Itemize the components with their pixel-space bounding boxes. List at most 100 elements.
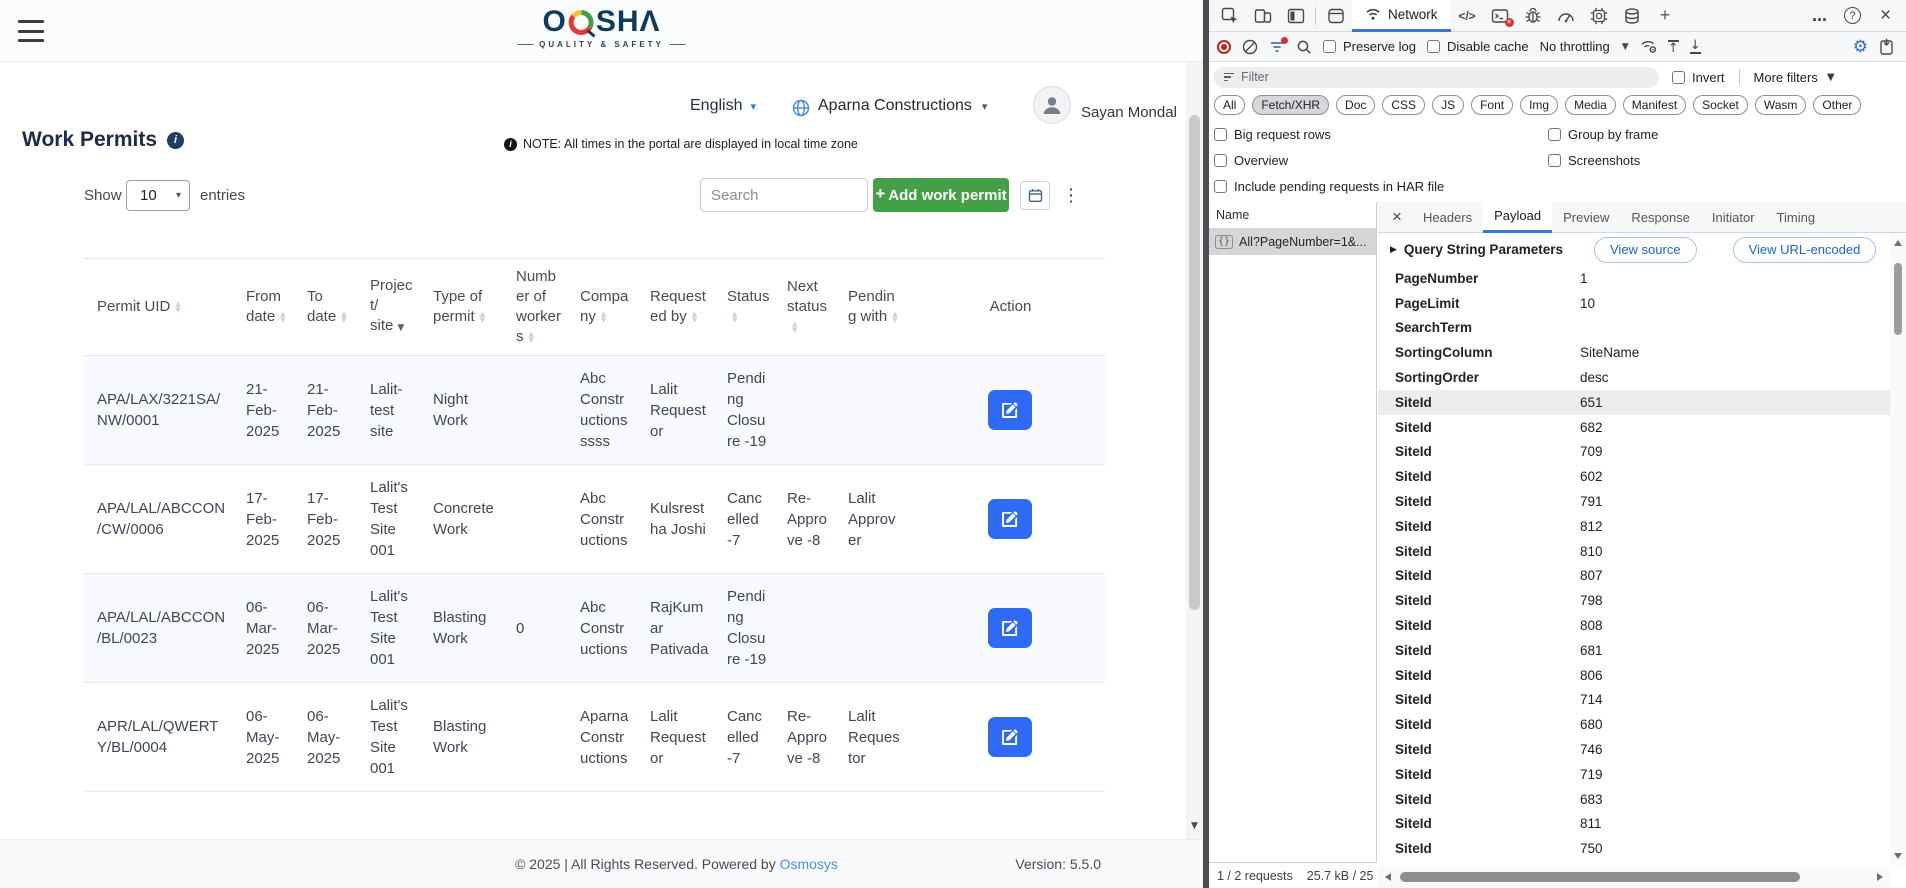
app-vertical-scrollbar[interactable]: ▼ [1186,62,1203,839]
query-string-section-header[interactable]: ▶ Query String Parameters View source Vi… [1378,233,1890,266]
param-row[interactable]: SiteId791 [1378,489,1890,514]
column-header[interactable]: Requested by▲▼ [637,259,714,356]
column-header[interactable]: Action [907,259,1105,356]
param-row[interactable]: SiteId798 [1378,588,1890,613]
dock-target-icon[interactable] [1879,38,1894,55]
edit-permit-button[interactable] [988,390,1032,430]
param-row[interactable]: SearchTerm [1378,316,1890,341]
network-settings-gear-icon[interactable]: ⚙ [1853,37,1868,57]
detail-tab-preview[interactable]: Preview [1552,202,1620,233]
sort-icons[interactable]: ▲▼ [480,311,485,323]
filter-pill-other[interactable]: Other [1813,95,1861,115]
more-options-button[interactable]: ⋮ [1058,181,1084,210]
column-header[interactable]: Next status▲▼ [774,259,835,356]
sort-icons[interactable]: ▲▼ [692,311,697,323]
sort-icons[interactable]: ▲▼ [792,321,797,333]
param-row[interactable]: SiteId714 [1378,688,1890,713]
param-row[interactable]: SiteId719 [1378,762,1890,787]
avatar[interactable] [1033,86,1071,124]
column-header[interactable]: Permit UID▲▼ [84,259,233,356]
calendar-view-button[interactable] [1020,181,1050,210]
param-row[interactable]: SiteId812 [1378,514,1890,539]
language-select[interactable]: English ▾ [690,97,756,115]
request-row[interactable]: {} All?PageNumber=1&... [1209,229,1376,255]
hamburger-menu-icon[interactable] [18,20,44,42]
filter-pill-doc[interactable]: Doc [1336,95,1375,115]
view-source-button[interactable]: View source [1594,237,1697,263]
close-devtools-icon[interactable]: × [1869,0,1902,31]
record-network-log-button[interactable] [1217,40,1231,54]
debug-bug-icon[interactable] [1517,0,1550,31]
sort-icons[interactable]: ▲▼ [732,311,737,323]
param-row[interactable]: SiteId651 [1378,390,1890,415]
sort-icons[interactable]: ▲▼ [175,301,180,313]
sort-desc-icon[interactable]: ▼ [397,323,404,333]
param-row[interactable]: SiteId680 [1378,712,1890,737]
param-row[interactable]: SiteId746 [1378,737,1890,762]
overview-checkbox[interactable]: Overview [1214,153,1548,168]
user-name[interactable]: Sayan Mondal [1081,104,1177,121]
scroll-up-icon[interactable] [1894,240,1902,246]
column-header[interactable]: Company▲▼ [567,259,637,356]
edit-permit-button[interactable] [988,717,1032,757]
param-row[interactable]: PageNumber1 [1378,266,1890,291]
column-header[interactable]: Pending with▲▼ [835,259,907,356]
scrollbar-thumb[interactable] [1894,263,1902,335]
sort-icons[interactable]: ▲▼ [280,311,285,323]
tab-network[interactable]: Network [1352,0,1451,32]
detail-tab-response[interactable]: Response [1620,202,1701,233]
device-emulation-icon[interactable] [1246,0,1279,31]
network-search-icon[interactable] [1296,39,1312,55]
column-header[interactable]: Type of permit▲▼ [420,259,503,356]
add-work-permit-button[interactable]: + Add work permit [873,178,1009,212]
filter-pill-fetch-xhr[interactable]: Fetch/XHR [1252,95,1329,115]
param-row[interactable]: SiteId750 [1378,836,1890,861]
scrollbar-thumb[interactable] [1400,872,1800,882]
close-details-icon[interactable]: × [1382,207,1412,227]
clear-network-log-icon[interactable] [1242,39,1258,55]
param-row[interactable]: SiteId808 [1378,613,1890,638]
scroll-down-icon[interactable]: ▼ [1186,821,1203,831]
sort-icons[interactable]: ▲▼ [529,331,534,343]
edit-permit-button[interactable] [988,608,1032,648]
network-conditions-icon[interactable] [1640,39,1657,54]
filter-pill-img[interactable]: Img [1520,95,1558,115]
param-row[interactable]: SiteId682 [1378,415,1890,440]
organization-select[interactable]: Aparna Constructions ▾ [818,97,987,115]
payload-vertical-scrollbar[interactable] [1890,233,1906,866]
scrollbar-thumb[interactable] [1189,115,1200,610]
info-icon[interactable]: i [167,132,184,149]
performance-icon[interactable] [1550,0,1583,31]
sort-icons[interactable]: ▲▼ [601,311,606,323]
export-har-icon[interactable]: ↓ [1690,40,1701,54]
sources-icon[interactable]: </> [1451,0,1484,31]
detail-tab-headers[interactable]: Headers [1412,202,1483,233]
scroll-left-icon[interactable] [1385,873,1391,881]
inspect-element-icon[interactable] [1213,0,1246,31]
more-tools-plus-icon[interactable]: + [1649,0,1682,31]
param-row[interactable]: SiteId810 [1378,539,1890,564]
param-row[interactable]: SiteId683 [1378,787,1890,812]
param-row[interactable]: SiteId602 [1378,464,1890,489]
import-har-icon[interactable]: ↑ [1668,40,1679,54]
param-row[interactable]: SiteId811 [1378,812,1890,837]
filter-pill-all[interactable]: All [1214,95,1245,115]
column-header[interactable]: From date▲▼ [233,259,294,356]
filter-pill-manifest[interactable]: Manifest [1623,95,1686,115]
detail-tab-initiator[interactable]: Initiator [1701,202,1766,233]
param-row[interactable]: SiteId709 [1378,440,1890,465]
detail-tab-timing[interactable]: Timing [1766,202,1827,233]
param-row[interactable]: PageLimit10 [1378,291,1890,316]
disable-cache-checkbox[interactable]: Disable cache [1427,39,1529,54]
param-row[interactable]: SiteId807 [1378,564,1890,589]
search-input[interactable] [700,178,868,212]
scroll-right-icon[interactable] [1877,873,1883,881]
sort-icons[interactable]: ▲▼ [341,311,346,323]
param-row[interactable]: SiteId681 [1378,638,1890,663]
osmosys-link[interactable]: Osmosys [780,856,838,872]
memory-icon[interactable] [1583,0,1616,31]
invert-checkbox[interactable]: Invert [1672,70,1725,85]
storage-icon[interactable] [1616,0,1649,31]
filter-input[interactable]: Filter [1214,67,1659,88]
sort-icons[interactable]: ▲▼ [892,311,897,323]
